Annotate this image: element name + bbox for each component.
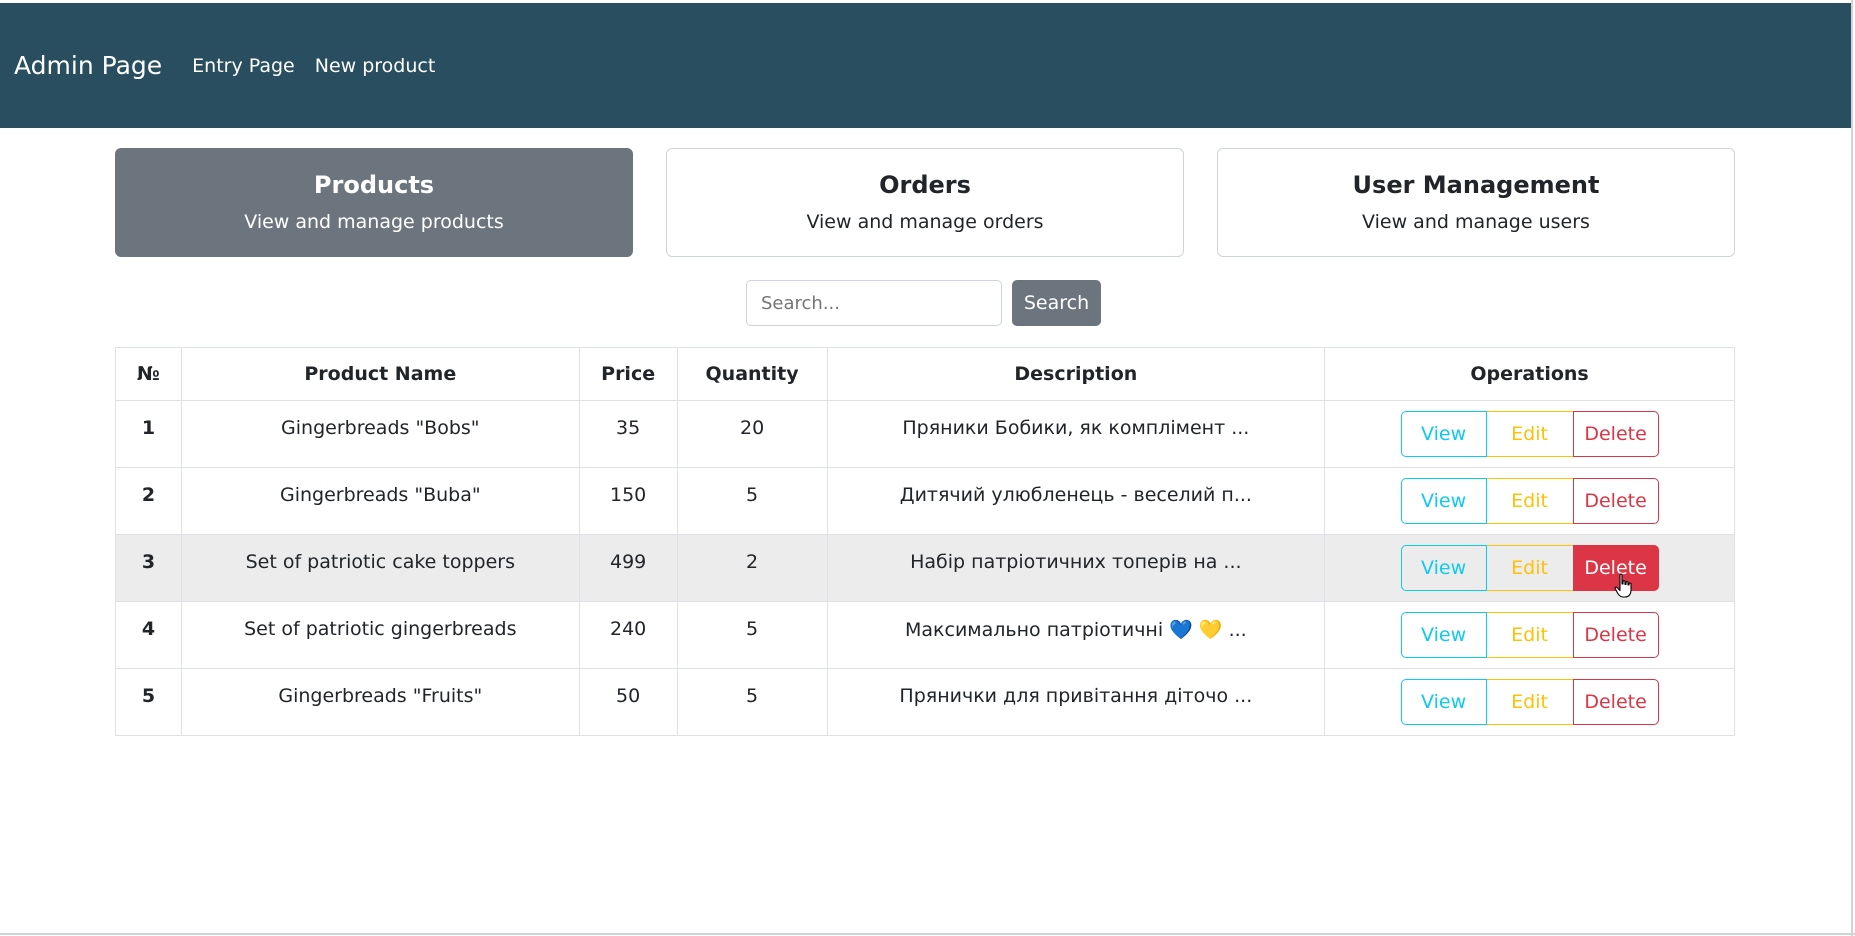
window-border-right bbox=[1851, 0, 1853, 936]
window-border-bottom bbox=[0, 933, 1855, 935]
header-quantity: Quantity bbox=[676, 347, 828, 401]
cell-description: Дитячий улюбленець - веселий п... bbox=[826, 467, 1326, 535]
card-title: Products bbox=[313, 171, 435, 199]
header-product-name: Product Name bbox=[180, 347, 580, 401]
cell-number: 2 bbox=[115, 467, 182, 535]
cell-description: Набір патріотичних топерів на ... bbox=[826, 534, 1326, 602]
cell-quantity: 20 bbox=[676, 400, 828, 468]
cell-price: 35 bbox=[578, 400, 678, 468]
section-cards: Products View and manage products Orders… bbox=[115, 148, 1735, 257]
card-subtitle: View and manage products bbox=[244, 211, 504, 233]
cell-number: 4 bbox=[115, 601, 182, 669]
products-table: № Product Name Price Quantity Descriptio… bbox=[115, 347, 1735, 736]
cell-quantity: 5 bbox=[676, 668, 828, 736]
search-bar: Search bbox=[746, 280, 1101, 326]
cell-operations: View Edit Delete bbox=[1324, 534, 1735, 602]
operations-button-group: View Edit Delete bbox=[1400, 411, 1659, 457]
edit-button[interactable]: Edit bbox=[1486, 679, 1573, 725]
table-row: 1 Gingerbreads "Bobs" 35 20 Пряники Боби… bbox=[115, 400, 1735, 468]
header-price: Price bbox=[578, 347, 678, 401]
edit-button[interactable]: Edit bbox=[1486, 612, 1573, 658]
cell-description: Максимально патріотичні 💙 💛 ... bbox=[826, 601, 1326, 669]
cell-operations: View Edit Delete bbox=[1324, 400, 1735, 468]
cell-number: 3 bbox=[115, 534, 182, 602]
table-row: 2 Gingerbreads "Buba" 150 5 Дитячий улюб… bbox=[115, 467, 1735, 535]
cell-quantity: 5 bbox=[676, 601, 828, 669]
card-title: Orders bbox=[879, 171, 971, 199]
navbar: Admin Page Entry Page New product bbox=[0, 3, 1851, 128]
brand-title[interactable]: Admin Page bbox=[14, 51, 162, 80]
operations-button-group: View Edit Delete bbox=[1400, 612, 1659, 658]
delete-button[interactable]: Delete bbox=[1572, 612, 1659, 658]
cell-quantity: 2 bbox=[676, 534, 828, 602]
edit-button[interactable]: Edit bbox=[1486, 411, 1573, 457]
cell-operations: View Edit Delete bbox=[1324, 467, 1735, 535]
cell-number: 5 bbox=[115, 668, 182, 736]
view-button[interactable]: View bbox=[1400, 612, 1487, 658]
card-user-management[interactable]: User Management View and manage users bbox=[1217, 148, 1735, 257]
table-row: 5 Gingerbreads "Fruits" 50 5 Прянички дл… bbox=[115, 668, 1735, 736]
card-title: User Management bbox=[1352, 171, 1600, 199]
cell-product-name: Set of patriotic gingerbreads bbox=[180, 601, 580, 669]
cell-description: Прянички для привітання діточо ... bbox=[826, 668, 1326, 736]
edit-button[interactable]: Edit bbox=[1486, 545, 1573, 591]
cell-product-name: Gingerbreads "Bobs" bbox=[180, 400, 580, 468]
table-header-row: № Product Name Price Quantity Descriptio… bbox=[115, 347, 1735, 401]
cell-operations: View Edit Delete bbox=[1324, 601, 1735, 669]
cell-product-name: Set of patriotic cake toppers bbox=[180, 534, 580, 602]
header-number: № bbox=[115, 347, 182, 401]
operations-button-group: View Edit Delete bbox=[1400, 478, 1659, 524]
table-row: 4 Set of patriotic gingerbreads 240 5 Ма… bbox=[115, 601, 1735, 669]
operations-button-group: View Edit Delete bbox=[1400, 679, 1659, 725]
delete-button[interactable]: Delete bbox=[1572, 411, 1659, 457]
cell-product-name: Gingerbreads "Fruits" bbox=[180, 668, 580, 736]
cell-price: 50 bbox=[578, 668, 678, 736]
cell-number: 1 bbox=[115, 400, 182, 468]
hand-pointer-icon bbox=[1614, 573, 1632, 598]
search-input[interactable] bbox=[746, 280, 1002, 326]
header-operations: Operations bbox=[1324, 347, 1735, 401]
card-products[interactable]: Products View and manage products bbox=[115, 148, 633, 257]
nav-link-new-product[interactable]: New product bbox=[315, 55, 436, 77]
view-button[interactable]: View bbox=[1400, 478, 1487, 524]
cell-price: 499 bbox=[578, 534, 678, 602]
cell-description: Пряники Бобики, як комплімент ... bbox=[826, 400, 1326, 468]
edit-button[interactable]: Edit bbox=[1486, 478, 1573, 524]
cell-product-name: Gingerbreads "Buba" bbox=[180, 467, 580, 535]
view-button[interactable]: View bbox=[1400, 411, 1487, 457]
view-button[interactable]: View bbox=[1400, 679, 1487, 725]
card-subtitle: View and manage orders bbox=[806, 211, 1044, 233]
card-subtitle: View and manage users bbox=[1362, 211, 1590, 233]
cell-operations: View Edit Delete bbox=[1324, 668, 1735, 736]
card-orders[interactable]: Orders View and manage orders bbox=[666, 148, 1184, 257]
header-description: Description bbox=[826, 347, 1326, 401]
cell-price: 150 bbox=[578, 467, 678, 535]
search-button[interactable]: Search bbox=[1012, 280, 1101, 326]
cell-quantity: 5 bbox=[676, 467, 828, 535]
nav-link-entry-page[interactable]: Entry Page bbox=[192, 55, 295, 77]
delete-button[interactable]: Delete bbox=[1572, 478, 1659, 524]
delete-button[interactable]: Delete bbox=[1572, 679, 1659, 725]
cell-price: 240 bbox=[578, 601, 678, 669]
view-button[interactable]: View bbox=[1400, 545, 1487, 591]
table-row: 3 Set of patriotic cake toppers 499 2 На… bbox=[115, 534, 1735, 602]
